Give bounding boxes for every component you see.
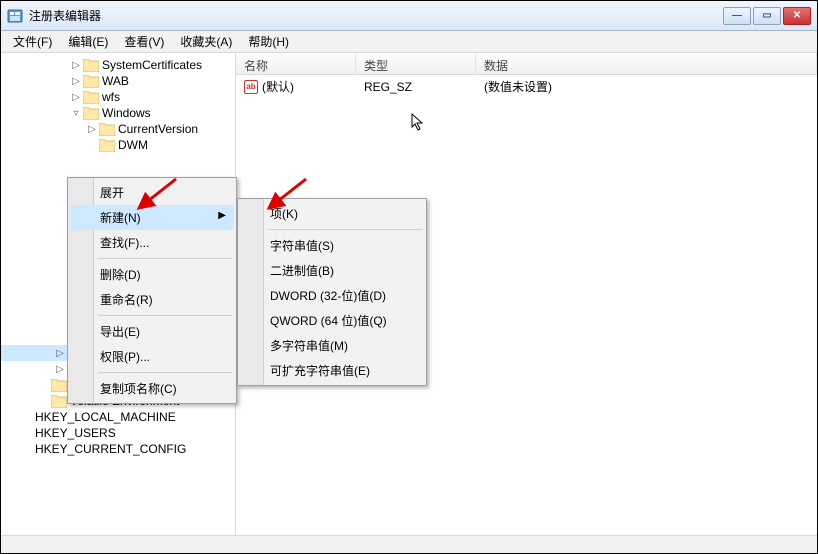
menu-separator bbox=[98, 372, 232, 373]
menu-file[interactable]: 文件(F) bbox=[5, 30, 60, 53]
menu-item[interactable]: 查找(F)... bbox=[70, 230, 234, 255]
context-menu-main[interactable]: 展开新建(N)▶查找(F)... 删除(D)重命名(R) 导出(E)权限(P)...… bbox=[67, 177, 237, 404]
expander-icon[interactable]: ▷ bbox=[69, 58, 83, 72]
tree-label: SystemCertificates bbox=[102, 58, 202, 72]
menu-separator bbox=[98, 315, 232, 316]
folder-icon bbox=[83, 107, 99, 120]
tree-row[interactable]: DWM bbox=[1, 137, 235, 153]
tree-label: WAB bbox=[102, 74, 129, 88]
titlebar: 注册表编辑器 — ▭ ✕ bbox=[1, 1, 817, 31]
menu-separator bbox=[98, 258, 232, 259]
folder-icon bbox=[83, 91, 99, 104]
tree-row[interactable]: HKEY_LOCAL_MACHINE bbox=[1, 409, 235, 425]
menu-item[interactable]: 复制项名称(C) bbox=[70, 376, 234, 401]
minimize-button[interactable]: — bbox=[723, 7, 751, 25]
menu-item[interactable]: 可扩充字符串值(E) bbox=[240, 358, 424, 383]
folder-icon bbox=[99, 139, 115, 152]
menu-item[interactable]: 多字符串值(M) bbox=[240, 333, 424, 358]
tree-label: DWM bbox=[118, 138, 148, 152]
menu-edit[interactable]: 编辑(E) bbox=[60, 30, 116, 53]
expander-icon[interactable]: ▷ bbox=[53, 362, 67, 376]
menu-item[interactable]: 二进制值(B) bbox=[240, 258, 424, 283]
tree-label: wfs bbox=[102, 90, 120, 104]
col-name[interactable]: 名称 bbox=[236, 53, 356, 74]
expander-icon[interactable]: ▷ bbox=[53, 346, 67, 360]
folder-icon bbox=[83, 75, 99, 88]
value-name: (默认) bbox=[262, 78, 294, 95]
value-type: REG_SZ bbox=[356, 80, 476, 94]
col-data[interactable]: 数据 bbox=[476, 53, 817, 74]
menu-item[interactable]: 权限(P)... bbox=[70, 344, 234, 369]
tree-row[interactable]: HKEY_USERS bbox=[1, 425, 235, 441]
tree-row[interactable]: HKEY_CURRENT_CONFIG bbox=[1, 441, 235, 457]
menu-item[interactable]: 重命名(R) bbox=[70, 287, 234, 312]
tree-row[interactable] bbox=[1, 153, 235, 169]
expander-icon bbox=[21, 442, 35, 456]
context-menu-new[interactable]: 项(K) 字符串值(S)二进制值(B)DWORD (32-位)值(D)QWORD … bbox=[237, 198, 427, 386]
expander-icon bbox=[21, 410, 35, 424]
tree-label: CurrentVersion bbox=[118, 122, 198, 136]
menu-item[interactable]: 新建(N)▶ bbox=[70, 205, 234, 230]
tree-row[interactable]: ▿ Windows bbox=[1, 105, 235, 121]
window-title: 注册表编辑器 bbox=[29, 7, 723, 24]
expander-icon bbox=[69, 154, 83, 168]
expander-icon[interactable]: ▷ bbox=[69, 90, 83, 104]
menu-view[interactable]: 查看(V) bbox=[116, 30, 172, 53]
close-button[interactable]: ✕ bbox=[783, 7, 811, 25]
menu-item[interactable]: 删除(D) bbox=[70, 262, 234, 287]
expander-icon bbox=[21, 426, 35, 440]
folder-icon bbox=[51, 379, 67, 392]
folder-icon bbox=[51, 395, 67, 408]
menu-item[interactable]: QWORD (64 位)值(Q) bbox=[240, 308, 424, 333]
statusbar bbox=[1, 535, 817, 553]
menu-help[interactable]: 帮助(H) bbox=[240, 30, 297, 53]
folder-icon bbox=[83, 59, 99, 72]
expander-icon[interactable]: ▷ bbox=[69, 74, 83, 88]
menu-item[interactable]: 项(K) bbox=[240, 201, 424, 226]
submenu-arrow-icon: ▶ bbox=[218, 210, 226, 221]
app-icon bbox=[7, 8, 23, 24]
menu-separator bbox=[268, 229, 422, 230]
list-header: 名称 类型 数据 bbox=[236, 53, 817, 75]
menu-item[interactable]: 展开 bbox=[70, 180, 234, 205]
tree-label: HKEY_USERS bbox=[35, 426, 116, 440]
menu-item[interactable]: DWORD (32-位)值(D) bbox=[240, 283, 424, 308]
string-value-icon: ab bbox=[244, 80, 258, 94]
menu-favorites[interactable]: 收藏夹(A) bbox=[172, 30, 240, 53]
tree-label: HKEY_LOCAL_MACHINE bbox=[35, 410, 176, 424]
folder-icon bbox=[99, 123, 115, 136]
value-data: (数值未设置) bbox=[476, 78, 817, 95]
expander-icon[interactable]: ▿ bbox=[69, 106, 83, 120]
expander-icon bbox=[85, 138, 99, 152]
maximize-button[interactable]: ▭ bbox=[753, 7, 781, 25]
tree-row[interactable]: ▷ SystemCertificates bbox=[1, 57, 235, 73]
expander-icon[interactable]: ▷ bbox=[85, 122, 99, 136]
tree-label: Windows bbox=[102, 106, 151, 120]
tree-row[interactable]: ▷ CurrentVersion bbox=[1, 121, 235, 137]
menubar: 文件(F) 编辑(E) 查看(V) 收藏夹(A) 帮助(H) bbox=[1, 31, 817, 53]
window-controls: — ▭ ✕ bbox=[723, 7, 811, 25]
expander-icon bbox=[37, 394, 51, 408]
menu-item[interactable]: 导出(E) bbox=[70, 319, 234, 344]
menu-item[interactable]: 字符串值(S) bbox=[240, 233, 424, 258]
tree-label: HKEY_CURRENT_CONFIG bbox=[35, 442, 186, 456]
expander-icon bbox=[37, 378, 51, 392]
tree-row[interactable]: ▷ WAB bbox=[1, 73, 235, 89]
col-type[interactable]: 类型 bbox=[356, 53, 476, 74]
tree-row[interactable]: ▷ wfs bbox=[1, 89, 235, 105]
list-row[interactable]: ab (默认) REG_SZ (数值未设置) bbox=[236, 75, 817, 98]
